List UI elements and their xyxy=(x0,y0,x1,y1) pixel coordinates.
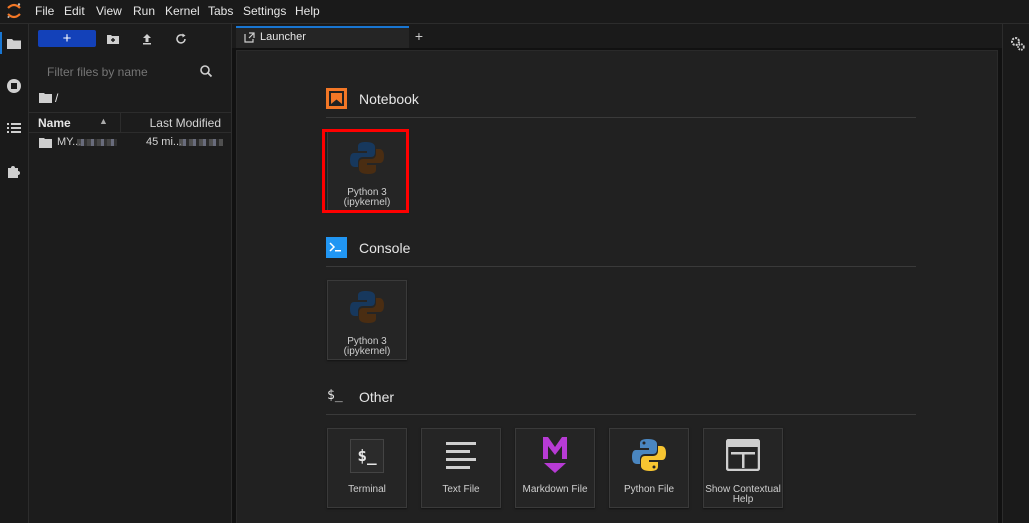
menu-run[interactable]: Run xyxy=(133,4,155,18)
breadcrumb-root[interactable]: / xyxy=(55,91,58,105)
running-sessions-icon[interactable] xyxy=(6,78,22,94)
column-name-header[interactable]: Name xyxy=(38,116,71,130)
python-file-card[interactable]: Python File xyxy=(609,428,689,508)
search-input[interactable] xyxy=(45,64,199,80)
menubar: File Edit View Run Kernel Tabs Settings … xyxy=(0,0,1029,24)
left-activity-bar xyxy=(0,24,29,523)
file-list-header: Name ▲ Last Modified xyxy=(29,112,231,133)
column-modified-header[interactable]: Last Modified xyxy=(150,116,221,130)
folder-icon xyxy=(39,138,52,148)
card-label-line1: Python File xyxy=(623,484,675,495)
tab-label: Launcher xyxy=(260,31,306,43)
python-logo-icon xyxy=(632,439,666,471)
card-label-line1: Text File xyxy=(442,484,480,495)
card-label-line1: Terminal xyxy=(348,484,386,495)
python-logo-icon xyxy=(350,291,384,323)
menu-help[interactable]: Help xyxy=(295,4,320,18)
active-indicator xyxy=(0,32,2,54)
section-divider xyxy=(326,414,916,415)
file-modified: 45 mi... xyxy=(146,136,183,148)
redacted-text xyxy=(77,139,117,146)
card-label-line2: Help xyxy=(732,494,754,505)
card-label-line1: Markdown File xyxy=(522,484,588,495)
terminal-icon: $_ xyxy=(350,439,384,473)
tab-bar: Launcher + xyxy=(232,24,1029,48)
menu-file[interactable]: File xyxy=(35,4,54,18)
contextual-help-card[interactable]: Show Contextual Help xyxy=(703,428,783,508)
search-icon xyxy=(200,65,213,78)
menu-view[interactable]: View xyxy=(96,4,122,18)
menu-tabs[interactable]: Tabs xyxy=(208,4,233,18)
right-sidebar xyxy=(1002,24,1029,523)
tab-launcher[interactable]: Launcher xyxy=(236,26,409,48)
launcher-tab-icon xyxy=(244,32,255,43)
upload-icon[interactable] xyxy=(140,32,154,46)
sort-ascending-icon: ▲ xyxy=(99,116,108,126)
text-file-card[interactable]: Text File xyxy=(421,428,501,508)
new-folder-icon[interactable] xyxy=(106,32,120,46)
menu-edit[interactable]: Edit xyxy=(64,4,85,18)
terminal-card[interactable]: $_ Terminal xyxy=(327,428,407,508)
section-divider xyxy=(326,266,916,267)
extension-puzzle-icon[interactable] xyxy=(6,163,22,179)
file-browser: + / Name ▲ Last Modified MY... 45 mi... xyxy=(29,24,232,523)
console-section-icon xyxy=(326,237,347,258)
refresh-icon[interactable] xyxy=(174,32,188,46)
highlight-annotation-box xyxy=(322,129,409,213)
column-divider[interactable] xyxy=(120,113,121,132)
card-label-line2: (ipykernel) xyxy=(343,346,391,357)
search-box xyxy=(37,60,221,82)
menu-settings[interactable]: Settings xyxy=(243,4,286,18)
contextual-help-icon xyxy=(726,439,760,471)
redacted-text xyxy=(179,139,223,146)
folder-icon[interactable] xyxy=(6,36,22,52)
section-title-other: Other xyxy=(359,389,395,405)
file-list-item[interactable]: MY... 45 mi... xyxy=(29,134,231,152)
text-file-icon xyxy=(446,442,476,469)
section-title-console: Console xyxy=(359,240,411,256)
console-python3-card[interactable]: Python 3 (ipykernel) xyxy=(327,280,407,360)
home-folder-icon[interactable] xyxy=(39,92,52,103)
new-launcher-button[interactable]: + xyxy=(38,30,96,47)
markdown-icon xyxy=(543,437,567,473)
table-of-contents-icon[interactable] xyxy=(6,120,22,136)
notebook-section-icon xyxy=(326,88,347,109)
menu-kernel[interactable]: Kernel xyxy=(165,4,200,18)
section-title-notebook: Notebook xyxy=(359,91,419,107)
markdown-file-card[interactable]: Markdown File xyxy=(515,428,595,508)
section-divider xyxy=(326,117,916,118)
other-section-icon: $_ xyxy=(327,388,343,403)
jupyter-logo-icon xyxy=(7,3,21,19)
property-inspector-gear-icon[interactable] xyxy=(1010,36,1025,51)
add-tab-button[interactable]: + xyxy=(412,29,426,43)
